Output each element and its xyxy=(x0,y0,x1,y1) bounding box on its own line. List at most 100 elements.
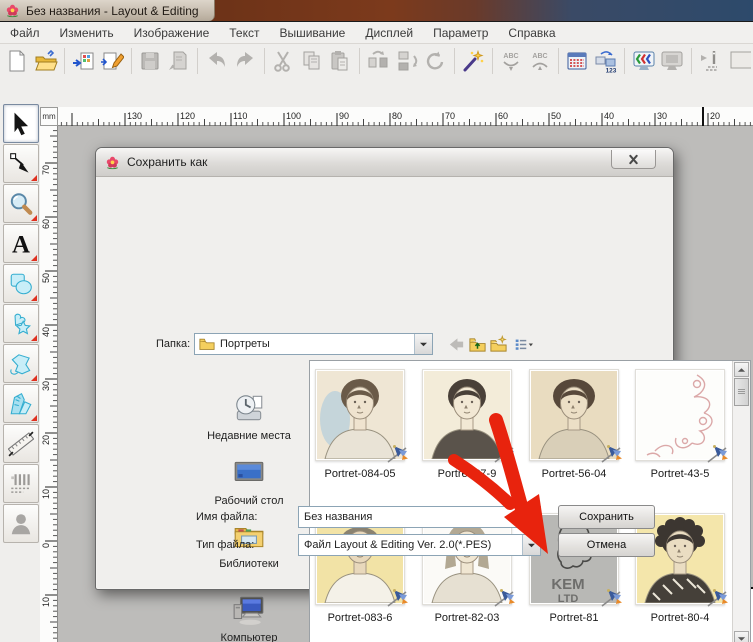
new-document-icon[interactable] xyxy=(3,46,32,76)
vertical-ruler: 70605040302010010 xyxy=(40,126,58,642)
shape-star[interactable] xyxy=(3,304,39,343)
app-flower-icon xyxy=(5,3,20,18)
redo-icon[interactable] xyxy=(231,46,260,76)
folder-combobox[interactable]: Портреты xyxy=(194,333,433,355)
dialog-close-button[interactable] xyxy=(611,150,656,169)
rotate-icon[interactable] xyxy=(421,46,450,76)
file-label: Portret-56-04 xyxy=(529,468,619,480)
menu-изменить[interactable]: Изменить xyxy=(50,24,124,42)
save-button[interactable]: Сохранить xyxy=(558,505,655,529)
flyout-corner xyxy=(31,175,37,181)
menu-параметр[interactable]: Параметр xyxy=(423,24,498,42)
measure-tool[interactable] xyxy=(3,424,39,463)
file-name-dropdown-button[interactable] xyxy=(522,507,540,527)
file-item[interactable]: Portret-084-05 xyxy=(315,369,405,480)
sewing-sequence-123-icon[interactable]: 123 xyxy=(592,46,621,76)
file-item[interactable]: Portret-67-9 xyxy=(422,369,512,480)
file-type-combobox[interactable]: Файл Layout & Editing Ver. 2.0(*.PES) xyxy=(298,534,541,556)
file-item[interactable]: Portret-82-03 xyxy=(422,513,512,624)
svg-text:40: 40 xyxy=(41,327,51,337)
up-one-level-icon[interactable] xyxy=(467,334,488,355)
flip-vertical-icon[interactable] xyxy=(392,46,421,76)
file-name-combobox[interactable]: Без названия xyxy=(298,506,541,528)
file-item[interactable]: KEMLTDPortret-81 xyxy=(529,513,619,624)
file-item[interactable]: Portret-083-6 xyxy=(315,513,405,624)
flip-horizontal-icon[interactable] xyxy=(364,46,393,76)
open-folder-icon[interactable] xyxy=(32,46,61,76)
menu-текст[interactable]: Текст xyxy=(219,24,269,42)
text-arc-up-icon[interactable]: ABC xyxy=(525,46,554,76)
svg-text:10: 10 xyxy=(41,489,51,499)
scrollbar-thumb[interactable] xyxy=(734,378,749,406)
menu-дисплей[interactable]: Дисплей xyxy=(355,24,423,42)
magic-wand-icon[interactable] xyxy=(459,46,488,76)
file-list-scrollbar[interactable] xyxy=(732,361,750,642)
menu-изображение[interactable]: Изображение xyxy=(124,24,220,42)
application-window: Без названия - Layout & Editing ФайлИзме… xyxy=(0,0,753,642)
svg-text:70: 70 xyxy=(41,165,51,175)
title-bar[interactable]: Без названия - Layout & Editing xyxy=(0,0,753,22)
shape-fan[interactable] xyxy=(3,384,39,423)
cancel-button[interactable]: Отмена xyxy=(558,533,655,557)
place-label: Компьютер xyxy=(199,632,299,642)
dialog-title-bar[interactable]: Сохранить как xyxy=(96,148,673,177)
toolbar-separator xyxy=(454,48,455,74)
place-desktop[interactable]: Рабочий стол xyxy=(199,456,299,508)
save-icon[interactable] xyxy=(136,46,165,76)
realistic-view-icon[interactable] xyxy=(629,46,658,76)
file-label: Portret-43-5 xyxy=(635,468,725,480)
undo-icon[interactable] xyxy=(202,46,231,76)
sewing-order-icon[interactable] xyxy=(563,46,592,76)
pes-file-badge-icon xyxy=(706,586,730,608)
point-edit[interactable] xyxy=(3,144,39,183)
back-arrow-icon xyxy=(446,334,467,355)
export-design-icon[interactable] xyxy=(98,46,127,76)
menu-справка[interactable]: Справка xyxy=(498,24,565,42)
file-item[interactable]: Portret-56-04 xyxy=(529,369,619,480)
folder-value: Портреты xyxy=(220,338,414,350)
view-menu-icon[interactable] xyxy=(510,334,539,355)
preview-monitor-icon[interactable] xyxy=(658,46,687,76)
computer-icon xyxy=(199,593,299,632)
shape-freeform[interactable] xyxy=(3,344,39,383)
clipped-edge-icon[interactable] xyxy=(724,46,753,76)
copy-icon[interactable] xyxy=(297,46,326,76)
file-label: Portret-67-9 xyxy=(422,468,512,480)
place-computer[interactable]: Компьютер xyxy=(199,593,299,642)
scroll-down-button[interactable] xyxy=(734,631,749,642)
scroll-up-button[interactable] xyxy=(734,362,749,377)
text-arc-down-icon[interactable]: ABC xyxy=(497,46,526,76)
file-type-value: Файл Layout & Editing Ver. 2.0(*.PES) xyxy=(304,539,522,551)
zoom-magnifier[interactable] xyxy=(3,184,39,223)
toolbar-separator xyxy=(197,48,198,74)
file-label: Portret-083-6 xyxy=(315,612,405,624)
select-arrow[interactable] xyxy=(3,104,39,143)
place-recent-places[interactable]: Недавние места xyxy=(199,391,299,443)
svg-text:90: 90 xyxy=(339,111,349,121)
svg-text:ABC: ABC xyxy=(532,53,547,60)
file-label: Portret-084-05 xyxy=(315,468,405,480)
paste-icon[interactable] xyxy=(326,46,355,76)
menu-файл[interactable]: Файл xyxy=(0,24,50,42)
pes-file-badge-icon xyxy=(386,586,410,608)
toolbar-separator xyxy=(624,48,625,74)
file-type-dropdown-button[interactable] xyxy=(522,535,540,555)
shape-ellipse[interactable] xyxy=(3,264,39,303)
save-as-icon[interactable] xyxy=(165,46,194,76)
menu-вышивание[interactable]: Вышивание xyxy=(269,24,355,42)
new-folder-icon[interactable] xyxy=(488,334,509,355)
svg-text:30: 30 xyxy=(657,111,667,121)
file-item[interactable]: Portret-43-5 xyxy=(635,369,725,480)
import-design-icon[interactable] xyxy=(69,46,98,76)
manual-punch[interactable] xyxy=(3,464,39,503)
horizontal-ruler: 1301201101009080706050403020 xyxy=(58,107,753,126)
file-item[interactable]: Portret-80-4 xyxy=(635,513,725,624)
folder-dropdown-button[interactable] xyxy=(414,334,432,354)
folder-icon xyxy=(199,337,215,351)
file-list[interactable]: Portret-084-05 Portret-67-9 Portret-56-04 P… xyxy=(309,360,751,642)
portrait-tool[interactable] xyxy=(3,504,39,543)
cut-icon[interactable] xyxy=(269,46,298,76)
text-tool[interactable]: A xyxy=(3,224,39,263)
stitch-simulator-icon[interactable] xyxy=(696,46,725,76)
svg-text:130: 130 xyxy=(127,111,142,121)
